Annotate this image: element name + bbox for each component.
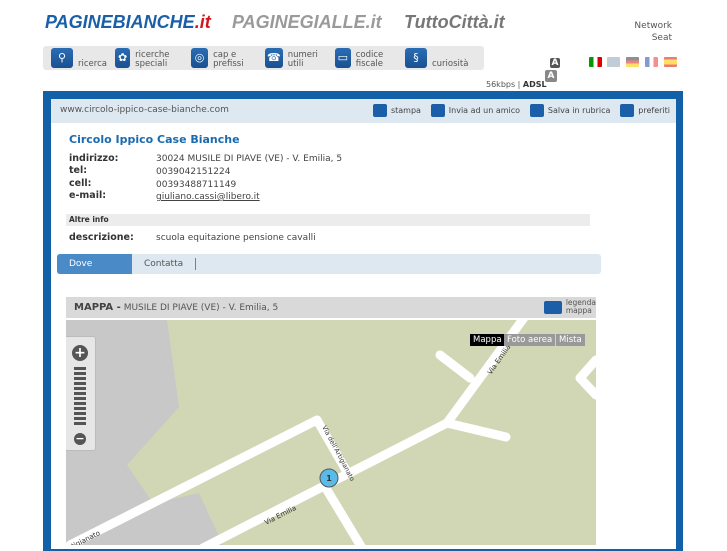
tel-label: tel: — [69, 165, 88, 176]
phone-icon: ☎ — [264, 47, 283, 68]
altre-info-header: Altre info — [66, 214, 590, 226]
nav-label: codice fiscale — [355, 50, 384, 69]
search-icon: ⚲ — [51, 47, 73, 68]
flag-german[interactable] — [626, 57, 639, 67]
map-legend-button[interactable]: legenda mappa — [543, 299, 596, 315]
paginebianche-logo[interactable]: PAGINEBIANCHE.it — [45, 12, 211, 33]
nav-numeri-utili[interactable]: ☎ numeri utili — [257, 46, 327, 70]
connection-speed: 56kbps | ADSL — [486, 80, 547, 89]
print-label: stampa — [390, 106, 421, 115]
tuttocitta-logo[interactable]: TuttoCittà.it — [404, 12, 505, 33]
print-icon — [372, 104, 387, 117]
flag-english[interactable] — [607, 57, 620, 67]
cell-value: 00393488711149 — [156, 180, 237, 190]
nav-ricerche-speciali[interactable]: ✿ ricerche speciali — [107, 46, 183, 70]
email-link[interactable]: giuliano.cassi@libero.it — [156, 192, 260, 202]
description-value: scuola equitazione pensione cavalli — [156, 233, 316, 243]
spiral-icon: § — [404, 47, 427, 68]
map-type-mappa[interactable]: Mappa — [470, 334, 505, 346]
zoom-in-button[interactable]: + — [72, 345, 88, 361]
favorites-button[interactable]: preferiti — [620, 104, 670, 117]
speed-adsl[interactable]: ADSL — [523, 80, 547, 89]
map-type-foto-aerea[interactable]: Foto aerea — [504, 334, 556, 346]
map-title: MAPPA - — [74, 302, 121, 313]
road-small — [435, 350, 475, 383]
description-label: descrizione: — [69, 232, 134, 243]
clover-icon: ✿ — [114, 47, 131, 68]
send-friend-button[interactable]: Invia ad un amico — [430, 104, 521, 117]
zoom-slider[interactable] — [74, 367, 86, 427]
network-label: Network — [634, 21, 672, 31]
website-link[interactable]: www.circolo-ippico-case-bianche.com — [60, 105, 229, 115]
marker-label: 1 — [326, 474, 332, 483]
listing-title: Circolo Ippico Case Bianche — [69, 133, 240, 146]
send-label: Invia ad un amico — [448, 106, 521, 115]
nav-label: cap e prefissi — [213, 50, 244, 69]
font-size-small-button[interactable]: A — [550, 58, 560, 68]
cell-label: cell: — [69, 178, 92, 189]
tab-dove-siamo[interactable]: Dove Siamo — [57, 254, 132, 289]
nav-label: numeri utili — [287, 50, 318, 69]
flag-spanish[interactable] — [664, 57, 677, 67]
star-icon — [620, 104, 635, 117]
flag-italian[interactable] — [589, 57, 602, 67]
listing-tabs: Dove Siamo Contatta — [57, 254, 601, 289]
paginegialle-logo[interactable]: PAGINEGIALLE.it — [232, 12, 382, 33]
zoom-out-button[interactable]: − — [74, 433, 86, 445]
nav-label: ricerca — [78, 59, 107, 69]
nav-cap-prefissi[interactable]: ◎ cap e prefissi — [183, 46, 257, 70]
list-icon — [543, 300, 562, 314]
flag-french[interactable] — [645, 57, 658, 67]
mail-icon — [430, 104, 445, 117]
road-cross — [322, 485, 366, 545]
seat-label: Seat — [651, 33, 672, 43]
network-seat-link[interactable]: Network Seat — [634, 20, 672, 44]
favorites-label: preferiti — [638, 106, 670, 115]
font-size-large-button[interactable]: A — [545, 70, 557, 82]
card-icon: ▭ — [334, 47, 351, 68]
map-type-mista[interactable]: Mista — [556, 334, 585, 346]
main-nav: ⚲ ricerca ✿ ricerche speciali ◎ cap e prefi… — [43, 46, 484, 70]
zoom-control: + − — [66, 336, 96, 451]
nav-ricerca[interactable]: ⚲ ricerca — [43, 46, 107, 70]
map-address: MUSILE DI PIAVE (VE) - V. Emilia, 5 — [123, 303, 279, 313]
map-canvas: Via Emilia Via Emilia Via dell'Artigiana… — [66, 320, 596, 545]
globe-icon: ◎ — [190, 47, 209, 68]
nav-label: ricerche speciali — [135, 50, 170, 69]
email-label: e-mail: — [69, 190, 107, 201]
tel-value: 0039042151224 — [156, 167, 231, 177]
map-view[interactable]: Via Emilia Via Emilia Via dell'Artigiana… — [66, 320, 596, 545]
tab-contatta[interactable]: Contatta — [132, 258, 197, 270]
nav-curiosita[interactable]: § curiosità — [397, 46, 468, 70]
address-value: 30024 MUSILE DI PIAVE (VE) - V. Emilia, … — [156, 154, 343, 164]
road-edge — [575, 355, 596, 400]
map-header: MAPPA - MUSILE DI PIAVE (VE) - V. Emilia… — [66, 297, 596, 318]
folder-icon — [529, 104, 544, 117]
road-branch — [442, 418, 511, 442]
address-label: indirizzo: — [69, 153, 119, 164]
nav-label: curiosità — [431, 59, 469, 69]
print-button[interactable]: stampa — [372, 104, 421, 117]
save-contacts-button[interactable]: Salva in rubrica — [529, 104, 611, 117]
legend-label-2: mappa — [565, 306, 592, 315]
listing-toolbar: www.circolo-ippico-case-bianche.com stam… — [51, 99, 676, 123]
save-label: Salva in rubrica — [547, 106, 611, 115]
nav-codice-fiscale[interactable]: ▭ codice fiscale — [327, 46, 397, 70]
speed-56k[interactable]: 56kbps — [486, 80, 515, 89]
